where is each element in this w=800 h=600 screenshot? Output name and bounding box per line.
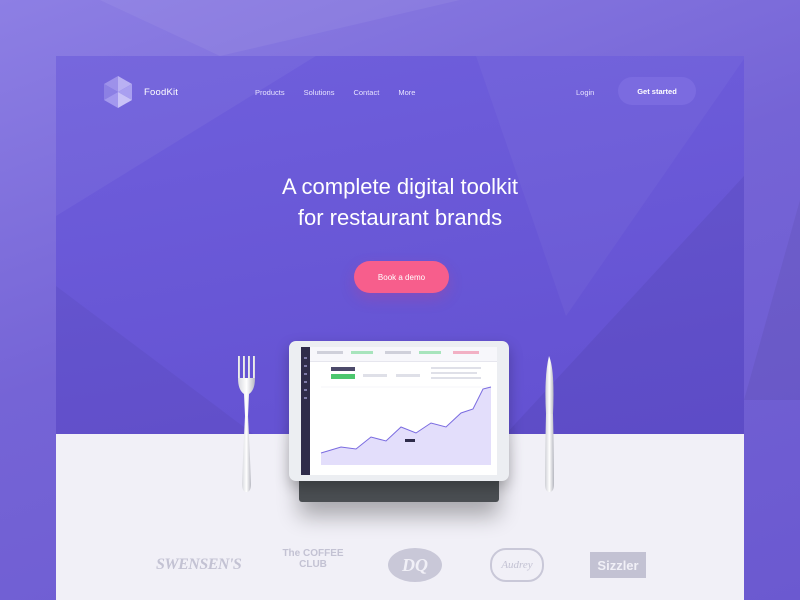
decorative-shard: [56, 286, 256, 436]
client-logo-dq: DQ: [388, 548, 442, 582]
client-logo-sizzler: Sizzler: [590, 552, 646, 578]
headline-line-2: for restaurant brands: [297, 205, 503, 230]
knife-image: [545, 356, 554, 492]
headline-line-1: A complete digital toolkit: [281, 174, 519, 199]
foodkit-logo-icon: [104, 76, 132, 108]
main-nav: Products Solutions Contact More: [255, 88, 415, 97]
nav-item-more[interactable]: More: [398, 88, 415, 97]
nav-item-products[interactable]: Products: [255, 88, 285, 97]
landing-page-card: FoodKit Products Solutions Contact More …: [56, 56, 744, 600]
background-facet: [100, 0, 460, 56]
client-logos: SWENSEN'S The COFFEE CLUB DQ Audrey Sizz…: [56, 546, 744, 586]
hero-headline: A complete digital toolkit for restauran…: [56, 171, 744, 233]
background-facet: [744, 200, 800, 400]
get-started-button[interactable]: Get started: [618, 77, 696, 105]
dashboard-screenshot: [301, 347, 497, 475]
book-demo-button[interactable]: Book a demo: [354, 261, 449, 293]
tablet-image: [289, 341, 509, 481]
brand-name: FoodKit: [144, 86, 179, 98]
client-logo-audrey: Audrey: [490, 548, 544, 582]
client-logo-coffee-club: The COFFEE CLUB: [282, 548, 344, 570]
nav-item-solutions[interactable]: Solutions: [304, 88, 335, 97]
client-logo-swensens: SWENSEN'S: [156, 556, 242, 573]
login-link[interactable]: Login: [576, 88, 594, 97]
brand-logo[interactable]: FoodKit: [104, 76, 178, 108]
nav-item-contact[interactable]: Contact: [353, 88, 379, 97]
dashboard-chart: [317, 351, 492, 465]
fork-image: [238, 356, 255, 492]
